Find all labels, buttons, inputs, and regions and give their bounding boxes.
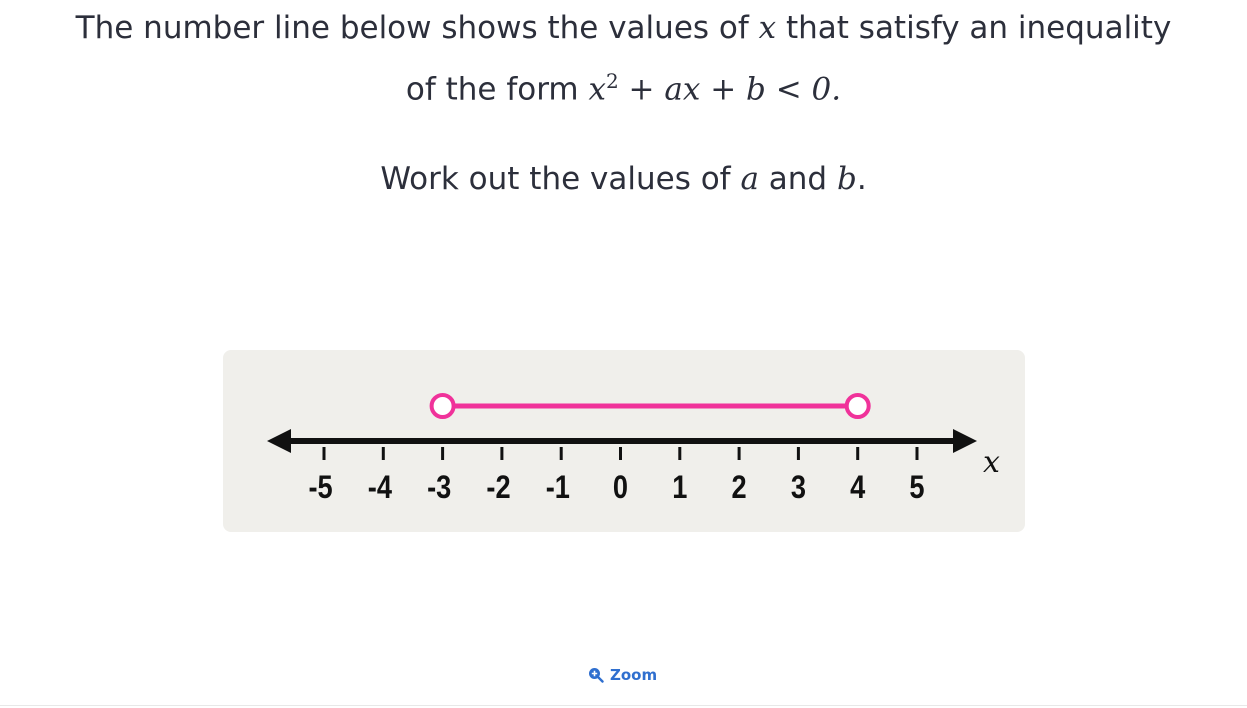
text: and — [758, 161, 837, 197]
text: Work out the values of — [380, 161, 741, 197]
zoom-in-icon — [589, 668, 604, 683]
text: that satisfy an inequality — [776, 10, 1172, 46]
tick-label: -5 — [309, 470, 333, 506]
question-line-3: Work out the values of a and b. — [0, 153, 1247, 205]
math-var: a — [740, 161, 759, 197]
tick-label: 4 — [850, 470, 866, 506]
tick-label: 0 — [613, 470, 628, 506]
tick-label: 3 — [791, 470, 806, 506]
divider — [0, 705, 1247, 706]
left-endpoint-open-circle — [429, 393, 456, 419]
tick-label: -1 — [546, 470, 570, 506]
zoom-button[interactable]: Zoom — [588, 666, 657, 684]
text: of the form — [405, 71, 589, 108]
tick-label: -3 — [427, 470, 451, 506]
tick-label: -4 — [368, 470, 393, 506]
right-endpoint-open-circle — [844, 393, 871, 419]
question-line-2: of the form x2 + ax + b < 0. — [0, 55, 1247, 115]
tick-label: -2 — [486, 470, 510, 506]
math-var: b — [836, 161, 857, 197]
math-exponent: 2 — [605, 69, 619, 93]
right-arrow — [953, 429, 977, 453]
number-line-panel: -5 -4 -3 -2 -1 0 1 2 3 4 5 x — [223, 350, 1025, 532]
math-expression: + ax + b < 0. — [618, 71, 842, 108]
math-var: x — [588, 71, 606, 108]
text: . — [856, 161, 867, 197]
zoom-label: Zoom — [610, 666, 658, 684]
left-arrow — [267, 429, 291, 453]
tick-label: 2 — [732, 470, 747, 506]
text: The number line below shows the values o… — [75, 10, 759, 46]
question-line-1: The number line below shows the values o… — [0, 2, 1247, 54]
tick-label: 5 — [909, 470, 924, 506]
number-line: -5 -4 -3 -2 -1 0 1 2 3 4 5 x — [267, 393, 1000, 506]
tick-label: 1 — [672, 470, 687, 506]
axis-label: x — [983, 445, 1000, 480]
math-var: x — [758, 10, 777, 46]
